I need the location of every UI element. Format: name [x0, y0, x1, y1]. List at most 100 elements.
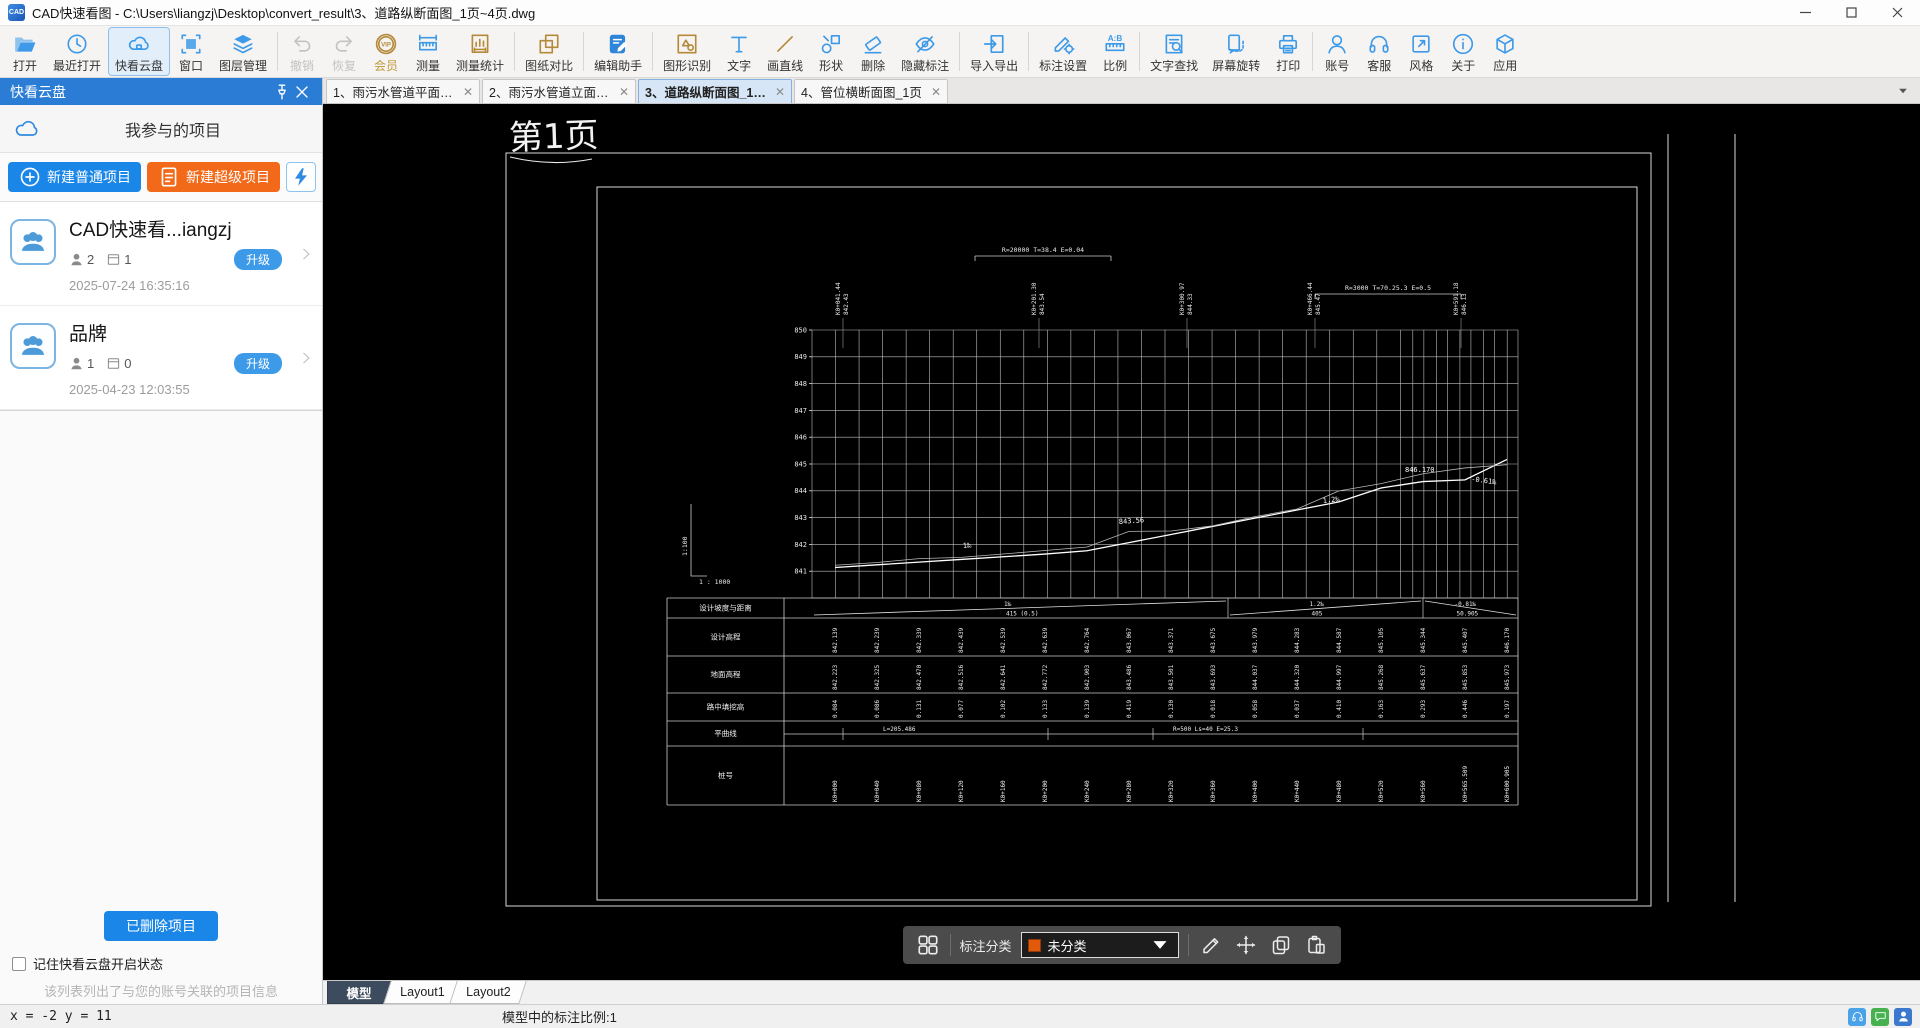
project-card[interactable]: CAD快速看...iangzj 2 1 升级 2025-07-24 16:35:…: [0, 202, 322, 306]
project-name: CAD快速看...iangzj: [69, 220, 232, 241]
toolbar-item-headset[interactable]: 客服: [1358, 27, 1400, 76]
tab-close-icon[interactable]: ✕: [771, 85, 785, 99]
move-annotation-button[interactable]: [1233, 932, 1259, 958]
svg-text:K0+591.18: K0+591.18: [1453, 282, 1460, 315]
toolbar-separator: [1312, 32, 1314, 71]
paste-annotation-button[interactable]: [1303, 932, 1329, 958]
svg-text:1.2‰: 1.2‰: [1322, 495, 1340, 505]
copy-annotation-button[interactable]: [1268, 932, 1294, 958]
cloud-drive-title: 快看云盘: [10, 83, 66, 100]
close-button[interactable]: [1874, 0, 1920, 25]
toolbar-item-screen-rotate[interactable]: 屏幕旋转: [1205, 27, 1267, 76]
svg-text:1:100: 1:100: [681, 536, 689, 556]
svg-text:K0+080: K0+080: [916, 780, 923, 802]
window-select-icon: [179, 31, 203, 57]
upgrade-badge[interactable]: 升级: [233, 353, 282, 374]
drawing-tab[interactable]: 4、管位横断面图_1页 ✕: [794, 79, 948, 103]
tab-close-icon[interactable]: ✕: [615, 85, 629, 99]
edit-assist-icon: [606, 31, 630, 57]
toolbar-item-cube[interactable]: 应用: [1484, 27, 1526, 76]
toolbar-item-layers[interactable]: 图层管理: [212, 27, 274, 76]
toolbar-item-label: 关于: [1451, 59, 1476, 73]
drawing-tab[interactable]: 3、道路纵断面图_1页… ✕: [638, 79, 792, 103]
toolbar-item-cloud[interactable]: 快看云盘: [108, 27, 171, 76]
drawing-tab[interactable]: 1、雨污水管道平面图… ✕: [326, 79, 480, 103]
toolbar-item-info[interactable]: 关于: [1442, 27, 1484, 76]
chevron-right-icon[interactable]: [298, 246, 314, 262]
svg-text:405: 405: [1312, 611, 1323, 618]
measure-icon: [416, 31, 440, 57]
toolbar-item-measure-stats[interactable]: 测量统计: [449, 27, 511, 76]
maximize-button[interactable]: [1828, 0, 1874, 25]
toolbar-item-user[interactable]: 账号: [1316, 27, 1358, 76]
chevron-right-icon[interactable]: [298, 350, 314, 366]
annotation-class-dropdown[interactable]: 未分类: [1020, 932, 1179, 958]
deleted-projects-button[interactable]: 已删除项目: [104, 911, 218, 941]
project-card[interactable]: 品牌 1 0 升级 2025-04-23 12:03:55: [0, 306, 322, 410]
toolbar-item-printer[interactable]: 打印: [1267, 27, 1309, 76]
layout-tab-模型[interactable]: 模型: [327, 981, 391, 1004]
text-T-icon: [727, 31, 751, 57]
toolbar-item-text-T[interactable]: 文字: [718, 27, 760, 76]
service-headset-icon[interactable]: [1848, 1007, 1866, 1026]
toolbar-item-label: 画直线: [767, 59, 804, 73]
layout-tab-Layout2[interactable]: Layout2: [449, 981, 528, 1004]
remember-state-checkbox[interactable]: [12, 956, 26, 971]
svg-text:845: 845: [794, 460, 807, 468]
toolbar-item-label: 窗口: [179, 59, 204, 73]
svg-text:R=3000 T=70.25.3 E=0.5: R=3000 T=70.25.3 E=0.5: [1345, 284, 1431, 292]
tab-close-icon[interactable]: ✕: [459, 85, 473, 99]
screen-rotate-icon: [1224, 31, 1248, 57]
svg-text:842.903: 842.903: [1084, 664, 1091, 690]
wechat-chat-icon[interactable]: [1871, 1007, 1889, 1026]
svg-text:842: 842: [794, 541, 807, 549]
files-icon: [106, 252, 121, 267]
annotation-grid-icon[interactable]: [914, 932, 940, 958]
sync-button[interactable]: [286, 162, 316, 192]
svg-text:843.54: 843.54: [1039, 293, 1046, 315]
upgrade-badge[interactable]: 升级: [233, 249, 282, 270]
close-panel-icon[interactable]: [292, 82, 312, 102]
toolbar-item-label: 屏幕旋转: [1212, 59, 1261, 73]
toolbar-item-compare[interactable]: 图纸对比: [518, 27, 580, 76]
svg-text:842.239: 842.239: [874, 627, 881, 653]
toolbar-item-text-search[interactable]: 文字查找: [1143, 27, 1205, 76]
toolbar-item-export[interactable]: 导入导出: [963, 27, 1025, 76]
drawing-tab[interactable]: 2、雨污水管道立面图… ✕: [482, 79, 636, 103]
toolbar-item-shapes[interactable]: 形状: [810, 27, 852, 76]
new-super-project-button[interactable]: 新建超级项目: [147, 162, 280, 192]
toolbar-separator: [1028, 32, 1030, 71]
toolbar-item-label: 测量: [416, 59, 441, 73]
toolbar-item-label: 测量统计: [456, 59, 505, 73]
cad-drawing[interactable]: 第1页 850 849 848 847 846 845 844 843 842 841 1‰ 843.5…: [323, 104, 1920, 980]
annotation-class-label: 标注分类: [959, 938, 1012, 954]
svg-text:842.325: 842.325: [874, 664, 881, 690]
tab-list-caret-icon[interactable]: [1896, 84, 1910, 98]
toolbar-item-eye-off[interactable]: 隐藏标注: [894, 27, 956, 76]
toolbar-item-annotate-settings[interactable]: 标注设置: [1032, 27, 1094, 76]
toolbar-item-vip[interactable]: VIP 会员: [365, 27, 407, 76]
qq-contact-icon[interactable]: [1894, 1007, 1912, 1026]
toolbar-item-edit-assist[interactable]: 编辑助手: [587, 27, 649, 76]
edit-annotation-button[interactable]: [1198, 932, 1224, 958]
toolbar-group: 打开 最近打开 快看云盘 窗口 图层管理: [4, 27, 274, 76]
new-normal-project-button[interactable]: 新建普通项目: [8, 162, 141, 192]
toolbar-item-draw-line[interactable]: 画直线: [760, 27, 810, 76]
file-count: 1: [124, 252, 132, 267]
toolbar-item-shape-recognize[interactable]: 图形识别: [656, 27, 718, 76]
toolbar-item-style-square[interactable]: 风格: [1400, 27, 1442, 76]
minimize-button[interactable]: [1782, 0, 1828, 25]
toolbar-item-clock[interactable]: 最近打开: [46, 27, 108, 76]
tab-close-icon[interactable]: ✕: [927, 85, 941, 99]
svg-text:K0+160: K0+160: [1000, 780, 1007, 802]
toolbar-item-measure[interactable]: 测量: [407, 27, 449, 76]
measure-stats-icon: [468, 31, 492, 57]
toolbar-item-scale-AB[interactable]: A:B 比例: [1094, 27, 1136, 76]
cursor-coordinates: x = -2 y = 11: [10, 1009, 112, 1024]
toolbar-item-window-select[interactable]: 窗口: [170, 27, 212, 76]
svg-text:845.973: 845.973: [1504, 664, 1511, 690]
drawing-canvas[interactable]: 第1页 850 849 848 847 846 845 844 843 842 841 1‰ 843.5…: [323, 104, 1920, 980]
toolbar-item-eraser[interactable]: 删除: [852, 27, 894, 76]
toolbar-item-folder-open[interactable]: 打开: [4, 27, 46, 76]
pin-icon[interactable]: [272, 82, 292, 102]
